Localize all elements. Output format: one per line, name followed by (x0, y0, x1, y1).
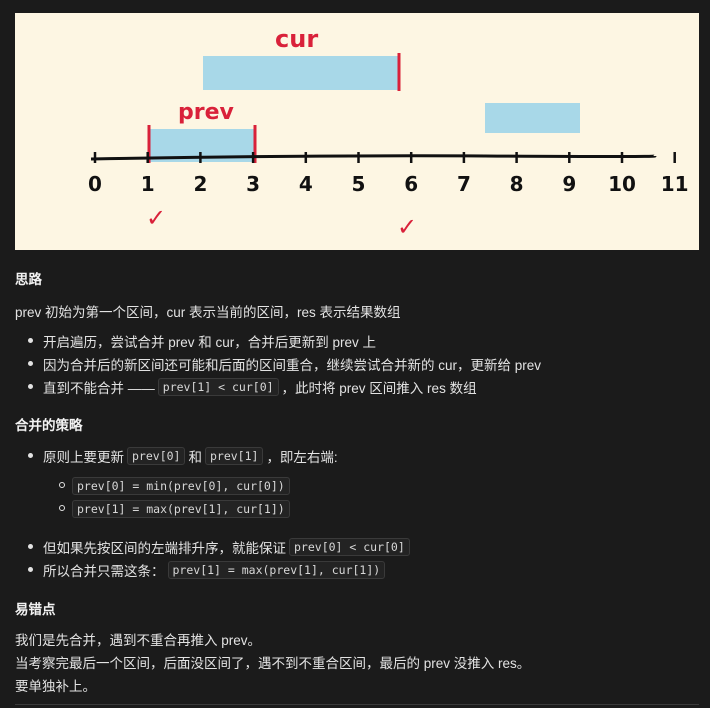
axis-tick-label-4: 4 (299, 172, 313, 196)
divider (15, 704, 699, 705)
interval-merge-illustration: cur prev 0 1 2 3 4 5 6 7 8 9 10 11 ✓ ✓ (15, 13, 699, 250)
axis-tick-label-5: 5 (352, 172, 366, 196)
third-interval-bar (485, 103, 580, 133)
pitfall-line-2: 当考察完最后一个区间，后面没区间了，遇不到不重合区间，最后的 prev 没推入 … (15, 656, 531, 671)
intro-paragraph: prev 初始为第一个区间，cur 表示当前的区间，res 表示结果数组 (15, 305, 401, 320)
axis-tick-label-11: 11 (661, 172, 689, 196)
sub-list-item: prev[0] = min(prev[0], cur[0]) (15, 477, 293, 495)
list-item: 开启遍历，尝试合并 prev 和 cur，合并后更新到 prev 上 (15, 331, 376, 351)
heading-merge-strategy: 合并的策略 (15, 418, 83, 433)
axis-tick-label-1: 1 (141, 172, 155, 196)
inline-code: prev[0] (127, 447, 186, 465)
axis-tick-label-6: 6 (404, 172, 418, 196)
check-mark-6: ✓ (397, 214, 417, 241)
axis-tick-label-3: 3 (246, 172, 260, 196)
axis-tick-label-7: 7 (457, 172, 471, 196)
cur-label: cur (275, 25, 318, 53)
pitfall-line-1: 我们是先合并，遇到不重合再推入 prev。 (15, 633, 262, 648)
inline-code: prev[1] = max(prev[1], cur[1]) (167, 561, 386, 579)
list-item: 因为合并后的新区间还可能和后面的区间重合，继续尝试合并新的 cur，更新给 pr… (15, 354, 541, 374)
check-mark-1: ✓ (146, 205, 166, 232)
axis-tick-labels: 0 1 2 3 4 5 6 7 8 9 10 11 (88, 172, 689, 196)
axis-tick-label-10: 10 (608, 172, 636, 196)
inline-code: prev[1] (204, 447, 264, 465)
inline-code: prev[1] = max(prev[1], cur[1]) (72, 500, 290, 518)
pitfall-line-3: 要单独补上。 (15, 679, 96, 694)
list-item: 直到不能合并 —— prev[1] < cur[0] ，此时将 prev 区间推… (15, 377, 477, 397)
cur-interval-bar (203, 56, 399, 90)
list-item: 但如果先按区间的左端排升序，就能保证 prev[0] < cur[0] (15, 537, 413, 557)
inline-code: prev[0] = min(prev[0], cur[0]) (72, 477, 290, 495)
number-line-diagram: cur prev 0 1 2 3 4 5 6 7 8 9 10 11 ✓ ✓ (88, 25, 689, 241)
sub-list-item: prev[1] = max(prev[1], cur[1]) (15, 500, 293, 518)
axis-tick-label-0: 0 (88, 172, 102, 196)
axis-tick-label-8: 8 (510, 172, 524, 196)
axis-tick-label-2: 2 (193, 172, 207, 196)
axis-tick-label-9: 9 (562, 172, 576, 196)
list-item: 原则上要更新 prev[0] 和 prev[1] ，即左右端: (15, 446, 338, 466)
heading-pitfalls: 易错点 (15, 602, 56, 617)
inline-code: prev[0] < cur[0] (289, 538, 410, 556)
inline-code: prev[1] < cur[0] (157, 378, 279, 396)
prev-label: prev (178, 100, 235, 125)
list-item: 所以合并只需这条： prev[1] = max(prev[1], cur[1]) (15, 560, 388, 580)
heading-approach: 思路 (15, 272, 42, 287)
